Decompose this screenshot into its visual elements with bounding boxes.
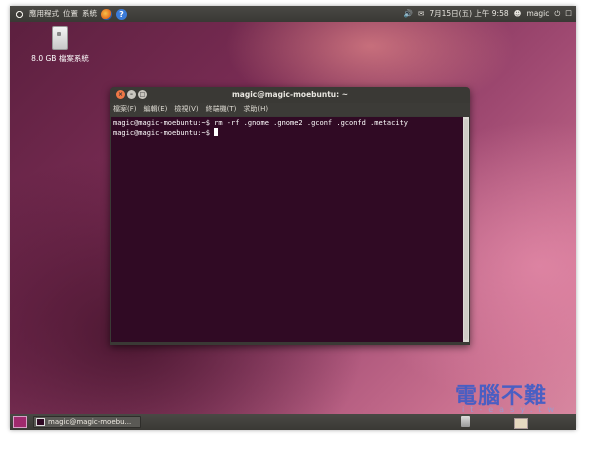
terminal-titlebar[interactable]: × – □ magic@magic-moebuntu: ~ bbox=[110, 87, 470, 103]
menu-help[interactable]: 求助(H) bbox=[243, 103, 268, 116]
terminal-prompt: magic@magic-moebuntu:~$ bbox=[113, 129, 215, 137]
watermark-url: it-easy.tw bbox=[462, 405, 561, 414]
desktop-screen: 應用程式 位置 系統 ? 🔊 ✉ 7月15日(五) 上午 9:58 ☻ magi… bbox=[10, 6, 576, 430]
terminal-icon bbox=[36, 418, 45, 426]
power-icon[interactable]: ⏻ bbox=[554, 6, 560, 22]
top-panel-tray: 🔊 ✉ 7月15日(五) 上午 9:58 ☻ magic ⏻ ☐ bbox=[404, 6, 572, 22]
mail-icon[interactable]: ✉ bbox=[418, 6, 424, 22]
usb-drive-icon bbox=[52, 26, 68, 50]
menu-places[interactable]: 位置 bbox=[63, 6, 78, 22]
clock[interactable]: 7月15日(五) 上午 9:58 bbox=[429, 6, 508, 22]
user-name[interactable]: magic bbox=[526, 6, 549, 22]
trash-icon[interactable] bbox=[461, 416, 470, 427]
ubuntu-logo-icon[interactable] bbox=[14, 8, 25, 20]
text-cursor bbox=[214, 128, 219, 136]
menu-applications[interactable]: 應用程式 bbox=[29, 6, 59, 22]
user-icon: ☻ bbox=[513, 9, 522, 18]
workspace-icon[interactable]: ☐ bbox=[565, 6, 572, 22]
taskbar-terminal-label: magic@magic-moebu... bbox=[48, 418, 132, 426]
menu-edit[interactable]: 編輯(E) bbox=[144, 103, 168, 116]
scrollbar-thumb[interactable] bbox=[464, 119, 468, 340]
terminal-output[interactable]: magic@magic-moebuntu:~$ rm -rf .gnome .g… bbox=[111, 117, 463, 342]
terminal-title: magic@magic-moebuntu: ~ bbox=[231, 90, 349, 99]
terminal-prompt-line: magic@magic-moebuntu:~$ bbox=[113, 128, 463, 138]
bottom-panel: magic@magic-moebu... bbox=[10, 414, 576, 430]
menu-terminal[interactable]: 終端機(T) bbox=[206, 103, 237, 116]
help-icon[interactable]: ? bbox=[116, 8, 127, 20]
desktop-drive-icon[interactable]: 8.0 GB 檔案系統 bbox=[30, 26, 90, 64]
terminal-menubar: 檔案(F) 編輯(E) 檢視(V) 終端機(T) 求助(H) bbox=[110, 103, 470, 116]
menu-file[interactable]: 檔案(F) bbox=[113, 103, 137, 116]
desktop-drive-label: 8.0 GB 檔案系統 bbox=[31, 54, 89, 63]
terminal-scrollbar[interactable] bbox=[463, 117, 469, 342]
firefox-icon[interactable] bbox=[101, 8, 112, 20]
terminal-window: × – □ magic@magic-moebuntu: ~ 檔案(F) 編輯(E… bbox=[110, 87, 470, 345]
menu-system[interactable]: 系統 bbox=[82, 6, 97, 22]
top-panel: 應用程式 位置 系統 ? 🔊 ✉ 7月15日(五) 上午 9:58 ☻ magi… bbox=[10, 6, 576, 22]
notification-icon[interactable] bbox=[514, 418, 528, 429]
menu-view[interactable]: 檢視(V) bbox=[174, 103, 198, 116]
volume-icon[interactable]: 🔊 bbox=[404, 6, 413, 22]
terminal-line: magic@magic-moebuntu:~$ rm -rf .gnome .g… bbox=[113, 119, 409, 127]
taskbar-terminal-button[interactable]: magic@magic-moebu... bbox=[33, 416, 141, 428]
show-desktop-icon[interactable] bbox=[13, 416, 27, 428]
